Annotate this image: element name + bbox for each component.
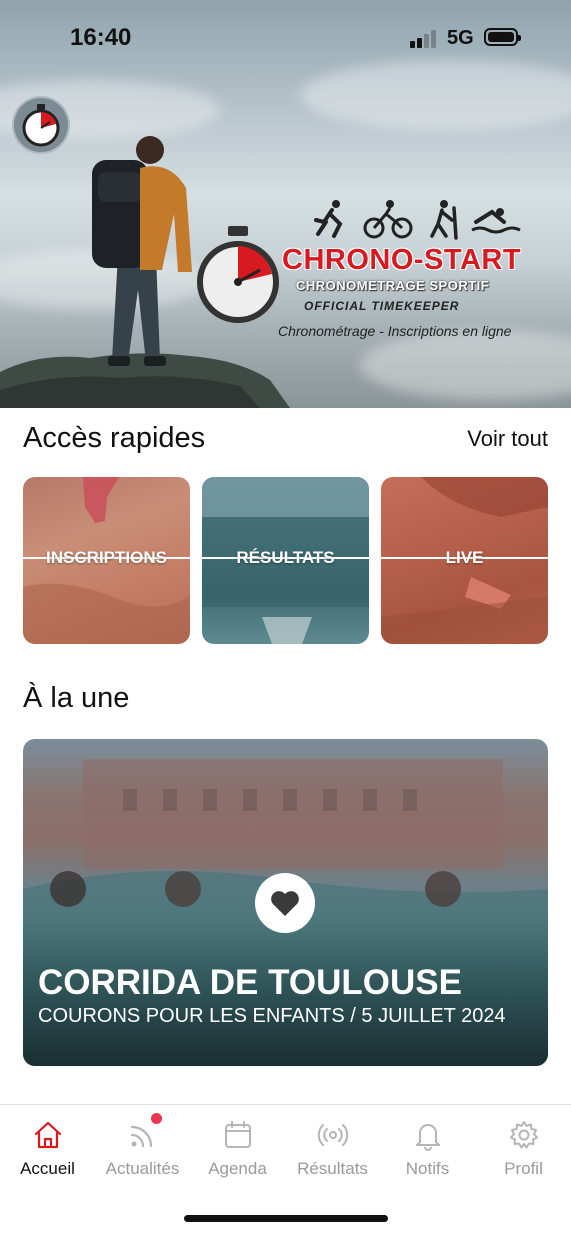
tile-inscriptions[interactable]: INSCRIPTIONS xyxy=(23,477,190,644)
bell-icon xyxy=(415,1124,440,1151)
cycling-icon xyxy=(363,200,413,239)
rss-icon xyxy=(130,1125,152,1148)
tile-live[interactable]: LIVE xyxy=(381,477,548,644)
tab-accueil[interactable]: Accueil xyxy=(0,1119,95,1179)
heart-icon xyxy=(271,891,299,916)
tile-resultats[interactable]: RÉSULTATS xyxy=(202,477,369,644)
broadcast-icon xyxy=(317,1124,348,1146)
tab-label: Résultats xyxy=(297,1159,368,1178)
tile-label: LIVE xyxy=(445,548,484,567)
calendar-icon xyxy=(224,1121,251,1148)
see-all-link[interactable]: Voir tout xyxy=(467,426,548,452)
featured-card[interactable]: CORRIDA DE TOULOUSE COURONS POUR LES ENF… xyxy=(23,739,548,1066)
running-icon xyxy=(314,200,343,238)
network-label: 5G xyxy=(447,27,474,49)
stopwatch-logo-icon xyxy=(197,226,279,323)
brand-logo: CHRONO-START CHRONOMETRAGE SPORTIF OFFIC… xyxy=(196,198,546,358)
tile-label: RÉSULTATS xyxy=(236,548,335,567)
featured-title: À la une xyxy=(23,682,130,714)
tab-label: Notifs xyxy=(405,1159,450,1178)
status-time: 16:40 xyxy=(70,24,132,51)
stopwatch-badge[interactable] xyxy=(12,96,70,154)
featured-card-subtitle: COURONS POUR LES ENFANTS / 5 JUILLET 202… xyxy=(38,1005,506,1027)
tab-resultats[interactable]: Résultats xyxy=(285,1119,380,1179)
quick-access-title: Accès rapides xyxy=(23,422,206,454)
swimming-icon xyxy=(471,208,521,234)
hero-banner: 16:40 5G CHRONO-START CHRONOMETRAGE SPOR… xyxy=(0,0,571,408)
tab-label: Agenda xyxy=(208,1159,267,1178)
tab-notifs[interactable]: Notifs xyxy=(380,1119,475,1179)
brand-title: CHRONO-START xyxy=(282,244,522,276)
tab-label: Profil xyxy=(504,1159,543,1178)
signal-icon xyxy=(410,30,440,48)
status-bar: 16:40 5G xyxy=(0,0,571,76)
battery-icon xyxy=(484,28,521,46)
tab-profil[interactable]: Profil xyxy=(476,1119,571,1179)
home-icon xyxy=(34,1121,61,1149)
tab-agenda[interactable]: Agenda xyxy=(190,1119,285,1179)
stopwatch-icon xyxy=(22,104,60,147)
brand-tagline: Chronométrage - Inscriptions en ligne xyxy=(278,323,512,339)
home-indicator xyxy=(184,1215,388,1222)
notification-badge xyxy=(151,1113,162,1124)
brand-official: OFFICIAL TIMEKEEPER xyxy=(304,299,460,313)
tab-label: Actualités xyxy=(105,1159,180,1178)
tab-label: Accueil xyxy=(20,1159,75,1178)
tab-actualites[interactable]: Actualités xyxy=(95,1113,190,1179)
gear-icon xyxy=(509,1121,538,1149)
featured-card-title: CORRIDA DE TOULOUSE xyxy=(38,963,462,1002)
tile-label: INSCRIPTIONS xyxy=(46,548,167,567)
brand-subtitle: CHRONOMETRAGE SPORTIF xyxy=(296,278,490,293)
hiking-icon xyxy=(430,200,458,240)
favorite-button[interactable] xyxy=(255,873,315,933)
